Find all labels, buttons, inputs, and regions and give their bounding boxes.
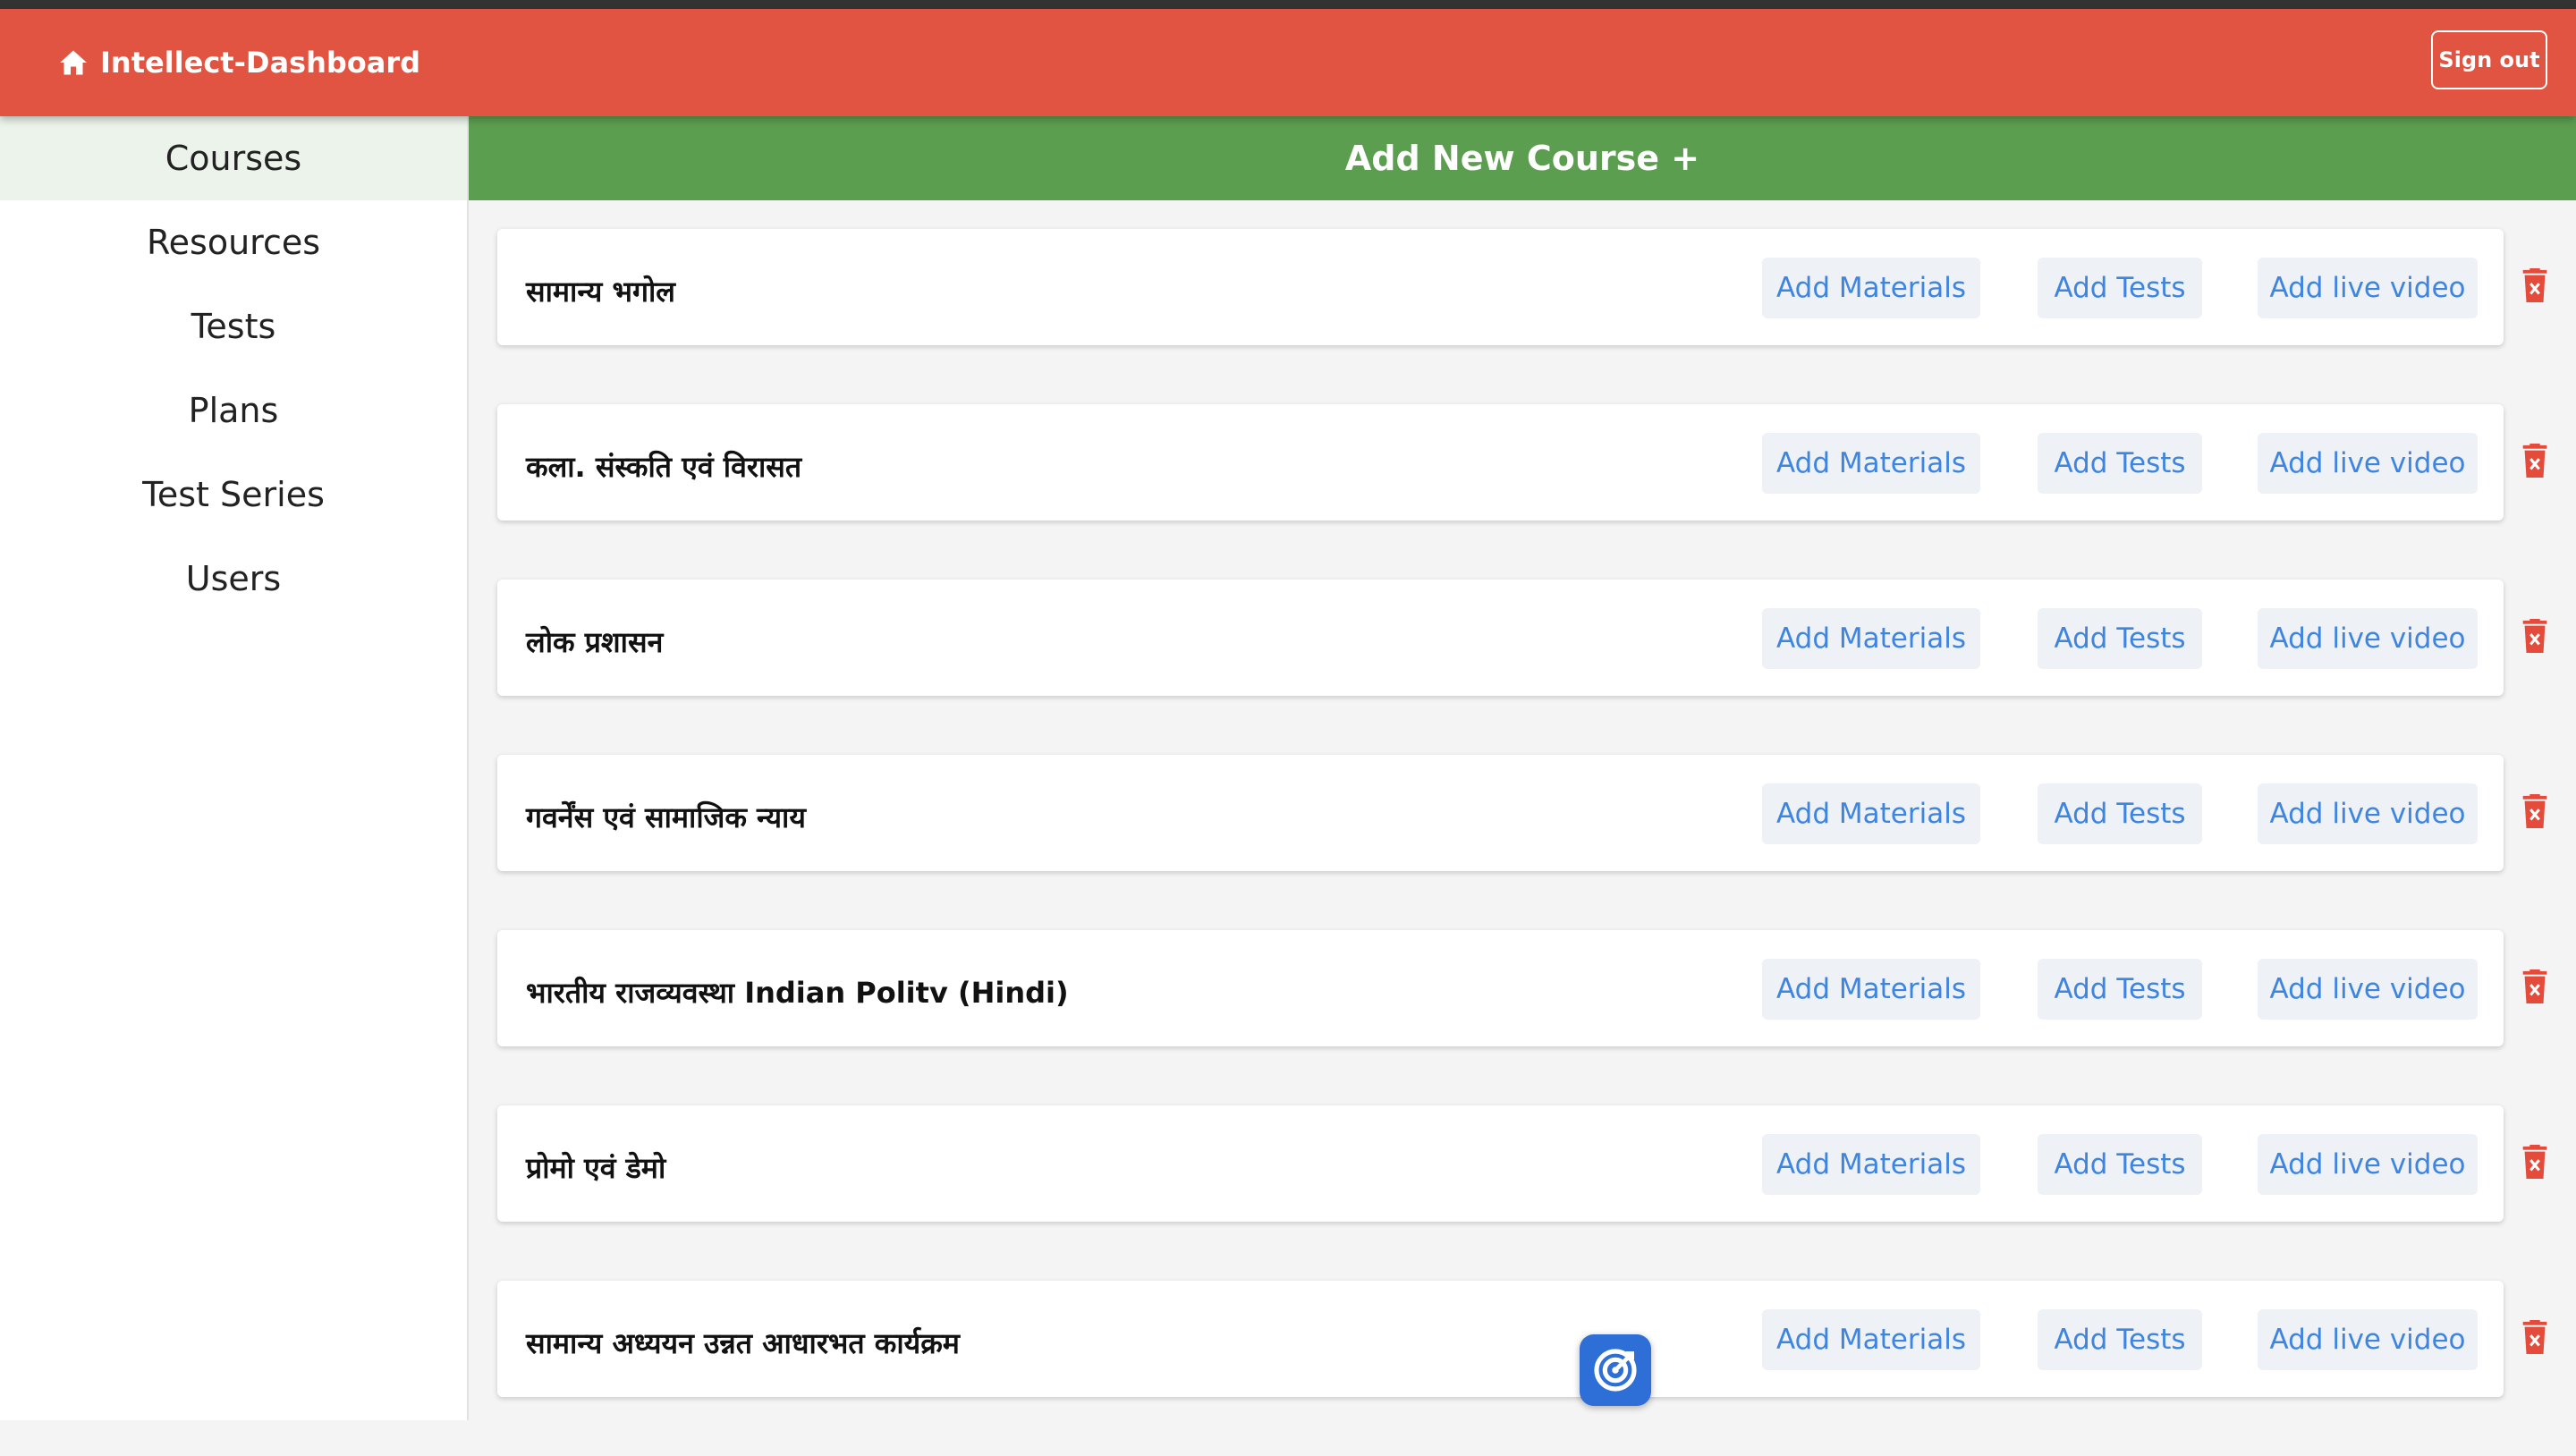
course-title: सामान्य भगोल: [526, 275, 675, 309]
course-card: सामान्य अध्ययन उन्नत आधारभत कार्यक्रम Ad…: [497, 1281, 2504, 1397]
trash-icon[interactable]: [2521, 969, 2549, 1003]
window-top-strip: [0, 0, 2576, 9]
trash-icon[interactable]: [2521, 619, 2549, 653]
floating-action-button[interactable]: [1580, 1334, 1651, 1406]
course-card: गवर्नेंस एवं सामाजिक न्याय Add Materials…: [497, 755, 2504, 871]
add-live-video-button[interactable]: Add live video: [2258, 1134, 2478, 1195]
brand-title: Intellect-Dashboard: [100, 46, 421, 80]
trash-icon[interactable]: [2521, 1320, 2549, 1354]
course-row: भारतीय राजव्यवस्था Indian Politv (Hindi)…: [497, 930, 2576, 1105]
add-tests-button[interactable]: Add Tests: [2038, 959, 2202, 1020]
trash-icon[interactable]: [2521, 268, 2549, 302]
add-materials-button[interactable]: Add Materials: [1762, 258, 1980, 318]
trash-icon[interactable]: [2521, 794, 2549, 828]
add-materials-button[interactable]: Add Materials: [1762, 959, 1980, 1020]
course-title: कला. संस्कति एवं विरासत: [526, 450, 802, 484]
add-tests-button[interactable]: Add Tests: [2038, 608, 2202, 669]
add-new-course-button[interactable]: Add New Course +: [469, 116, 2576, 200]
add-live-video-button[interactable]: Add live video: [2258, 1309, 2478, 1370]
add-tests-button[interactable]: Add Tests: [2038, 1309, 2202, 1370]
sign-out-button[interactable]: Sign out: [2431, 30, 2547, 89]
add-materials-button[interactable]: Add Materials: [1762, 433, 1980, 494]
app-header: Intellect-Dashboard Sign out: [0, 9, 2576, 116]
target-icon: [1594, 1349, 1637, 1392]
home-icon: [60, 50, 87, 75]
course-title: भारतीय राजव्यवस्था Indian Politv (Hindi): [526, 976, 1069, 1010]
add-tests-button[interactable]: Add Tests: [2038, 1134, 2202, 1195]
add-live-video-button[interactable]: Add live video: [2258, 783, 2478, 844]
course-title: लोक प्रशासन: [526, 625, 664, 659]
sidebar-item-plans[interactable]: Plans: [0, 368, 467, 453]
sidebar-item-tests[interactable]: Tests: [0, 284, 467, 368]
course-row: सामान्य अध्ययन उन्नत आधारभत कार्यक्रम Ad…: [497, 1281, 2576, 1456]
course-row: प्रोमो एवं डेमो Add Materials Add Tests …: [497, 1105, 2576, 1281]
course-row: कला. संस्कति एवं विरासत Add Materials Ad…: [497, 404, 2576, 580]
sidebar: Courses Resources Tests Plans Test Serie…: [0, 116, 469, 1420]
course-card: कला. संस्कति एवं विरासत Add Materials Ad…: [497, 404, 2504, 521]
course-card: प्रोमो एवं डेमो Add Materials Add Tests …: [497, 1105, 2504, 1222]
course-title: प्रोमो एवं डेमो: [526, 1151, 666, 1185]
sidebar-item-resources[interactable]: Resources: [0, 200, 467, 284]
add-materials-button[interactable]: Add Materials: [1762, 608, 1980, 669]
sidebar-item-test-series[interactable]: Test Series: [0, 453, 467, 537]
add-materials-button[interactable]: Add Materials: [1762, 1134, 1980, 1195]
add-materials-button[interactable]: Add Materials: [1762, 1309, 1980, 1370]
add-materials-button[interactable]: Add Materials: [1762, 783, 1980, 844]
add-live-video-button[interactable]: Add live video: [2258, 433, 2478, 494]
add-live-video-button[interactable]: Add live video: [2258, 608, 2478, 669]
brand-link[interactable]: Intellect-Dashboard: [57, 39, 420, 86]
course-title: गवर्नेंस एवं सामाजिक न्याय: [526, 800, 806, 834]
course-row: सामान्य भगोल Add Materials Add Tests Add…: [497, 229, 2576, 404]
course-row: लोक प्रशासन Add Materials Add Tests Add …: [497, 580, 2576, 755]
course-card: भारतीय राजव्यवस्था Indian Politv (Hindi)…: [497, 930, 2504, 1046]
add-live-video-button[interactable]: Add live video: [2258, 959, 2478, 1020]
add-tests-button[interactable]: Add Tests: [2038, 258, 2202, 318]
course-title: सामान्य अध्ययन उन्नत आधारभत कार्यक्रम: [526, 1326, 960, 1360]
course-card: लोक प्रशासन Add Materials Add Tests Add …: [497, 580, 2504, 696]
add-tests-button[interactable]: Add Tests: [2038, 433, 2202, 494]
course-list: सामान्य भगोल Add Materials Add Tests Add…: [497, 229, 2576, 1456]
course-row: गवर्नेंस एवं सामाजिक न्याय Add Materials…: [497, 755, 2576, 930]
trash-icon[interactable]: [2521, 1145, 2549, 1179]
sidebar-item-users[interactable]: Users: [0, 537, 467, 621]
course-card: सामान्य भगोल Add Materials Add Tests Add…: [497, 229, 2504, 345]
add-tests-button[interactable]: Add Tests: [2038, 783, 2202, 844]
trash-icon[interactable]: [2521, 444, 2549, 478]
sidebar-item-courses[interactable]: Courses: [0, 116, 467, 200]
add-live-video-button[interactable]: Add live video: [2258, 258, 2478, 318]
